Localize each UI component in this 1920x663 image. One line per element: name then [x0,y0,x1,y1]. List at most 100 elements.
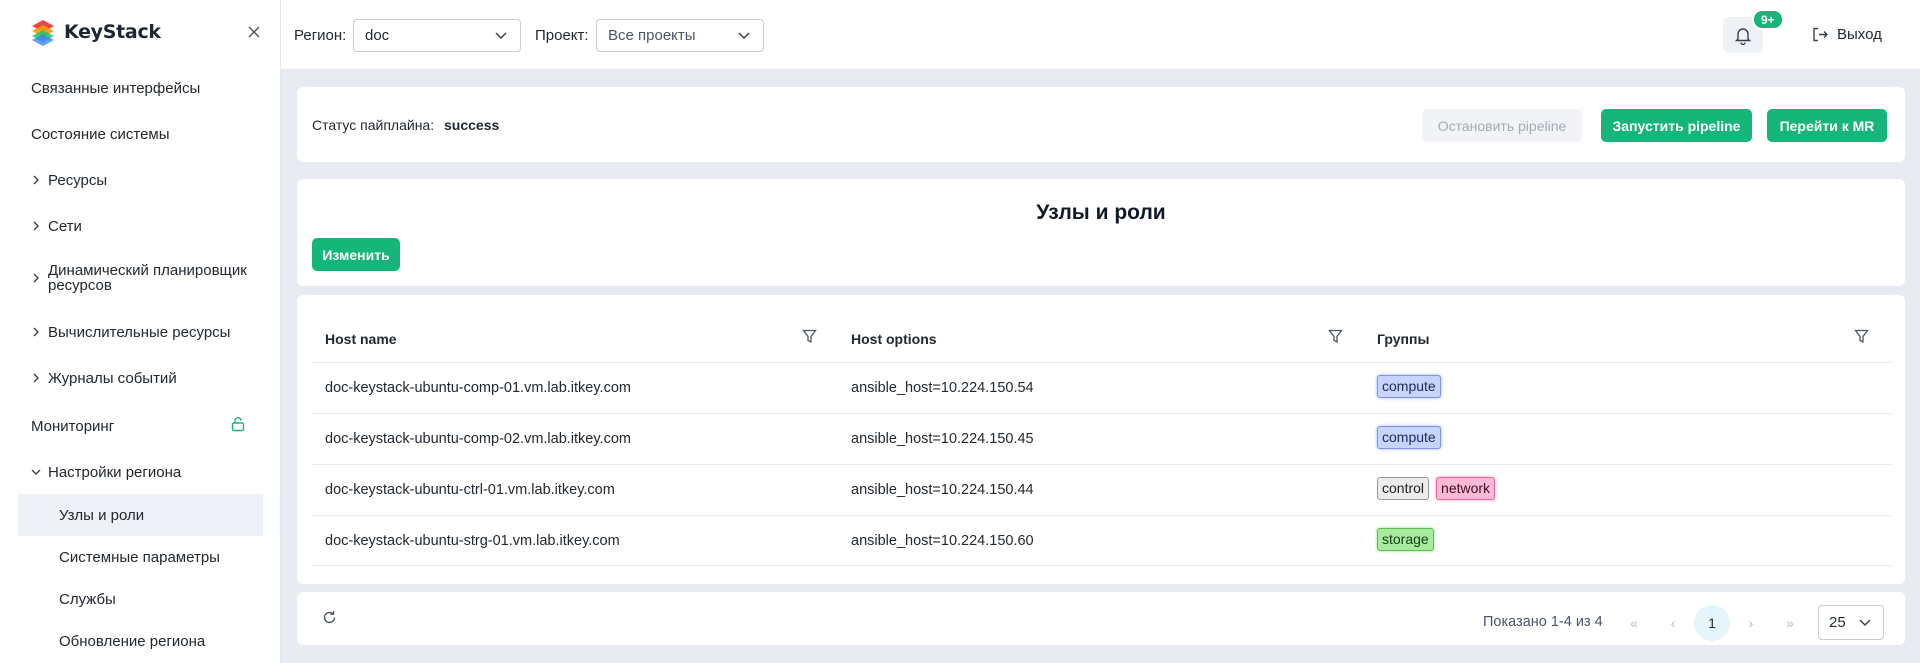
logout-button[interactable]: Выход [1812,26,1882,43]
last-page-button[interactable]: » [1772,605,1808,641]
sidebar-item-label: Ресурсы [48,171,108,189]
first-page-button[interactable]: « [1616,605,1652,641]
chevron-right-icon [26,174,46,186]
sidebar-item-system-state[interactable]: Состояние системы [18,116,263,152]
sidebar-subitem-label: Узлы и роли [59,506,145,524]
sidebar: KeyStack Связанные интерфейсы Состояние … [0,0,281,663]
column-header-host-name: Host name [325,331,397,347]
chevron-right-icon [26,326,46,338]
host-options-cell: ansible_host=10.224.150.44 [851,482,1034,498]
sidebar-item-networks[interactable]: Сети [18,208,263,244]
chevron-down-icon [737,29,751,46]
page-button[interactable]: 1 [1694,605,1730,641]
sidebar-subitem-label: Обновление региона [59,632,206,650]
groups-cell: control network [1377,477,1496,500]
sidebar-item-label: Настройки региона [48,463,182,481]
groups-cell: compute [1377,375,1441,398]
pipeline-status-label: Статус пайплайна: [312,117,435,133]
top-header: Регион: doc Проект: Все проекты 9+ Выход [281,0,1920,70]
sidebar-subitem-region-update[interactable]: Обновление региона [18,622,263,660]
sidebar-subitem-nodes-roles[interactable]: Узлы и роли [18,494,263,536]
group-tag: storage [1377,528,1434,551]
stop-pipeline-button[interactable]: Остановить pipeline [1422,109,1582,142]
project-select[interactable]: Все проекты [596,19,764,52]
filter-icon[interactable] [1328,329,1343,349]
page-size-value: 25 [1829,614,1846,631]
sidebar-item-label: Сети [48,217,82,235]
host-name-cell: doc-keystack-ubuntu-ctrl-01.vm.lab.itkey… [325,482,615,498]
host-options-cell: ansible_host=10.224.150.54 [851,380,1034,396]
chevron-right-icon [26,272,46,284]
app-name: KeyStack [64,21,161,43]
logout-label: Выход [1837,26,1882,43]
pipeline-card: Статус пайплайна: success Остановить pip… [297,87,1905,162]
chevron-right-icon [26,372,46,384]
pipeline-status: Статус пайплайна: success [312,117,499,133]
region-label: Регион: [294,27,347,44]
sidebar-item-label: Состояние системы [31,125,170,143]
column-header-host-options: Host options [851,331,937,347]
group-tag: compute [1377,375,1441,398]
next-page-button[interactable]: › [1733,605,1769,641]
table-row[interactable]: doc-keystack-ubuntu-comp-02.vm.lab.itkey… [311,413,1891,464]
host-options-cell: ansible_host=10.224.150.45 [851,431,1034,447]
sidebar-item-label: Динамический планировщик ресурсов [48,262,247,294]
groups-cell: compute [1377,426,1441,449]
edit-button[interactable]: Изменить [312,238,400,271]
project-select-value: Все проекты [608,27,696,44]
host-name-cell: doc-keystack-ubuntu-comp-01.vm.lab.itkey… [325,380,631,396]
close-sidebar-button[interactable] [244,22,264,42]
pagination-summary: Показано 1-4 из 4 [1483,614,1603,630]
sidebar-subitem-services[interactable]: Службы [18,580,263,618]
notifications-badge: 9+ [1752,9,1784,30]
table-row[interactable]: doc-keystack-ubuntu-ctrl-01.vm.lab.itkey… [311,464,1891,515]
groups-cell: storage [1377,528,1434,551]
host-name-cell: doc-keystack-ubuntu-comp-02.vm.lab.itkey… [325,431,631,447]
chevron-down-icon [494,29,508,46]
close-icon [248,26,260,38]
sidebar-subitem-label: Системные параметры [59,548,220,566]
sidebar-item-label: Мониторинг [31,417,115,435]
region-select[interactable]: doc [353,19,521,52]
group-tag: control [1377,477,1430,500]
sidebar-item-dynamic-scheduler[interactable]: Динамический планировщик ресурсов [18,254,263,302]
region-select-value: doc [365,27,390,44]
page-size-select[interactable]: 25 [1818,605,1884,640]
chevron-right-icon [26,220,46,232]
app-logo[interactable]: KeyStack [30,18,161,46]
refresh-icon[interactable] [322,610,337,630]
host-options-cell: ansible_host=10.224.150.60 [851,533,1034,549]
group-tag: network [1436,477,1496,500]
sidebar-item-label: Связанные интерфейсы [31,79,201,97]
sidebar-item-compute[interactable]: Вычислительные ресурсы [18,314,263,350]
pipeline-status-value: success [444,117,500,133]
sidebar-subitem-label: Службы [59,590,116,608]
run-pipeline-button[interactable]: Запустить pipeline [1601,109,1752,142]
logout-icon [1813,27,1828,42]
host-name-cell: doc-keystack-ubuntu-strg-01.vm.lab.itkey… [325,533,620,549]
sidebar-item-label: Вычислительные ресурсы [48,323,231,341]
sidebar-item-linked-interfaces[interactable]: Связанные интерфейсы [18,70,263,106]
logo-icon [32,20,54,46]
chevron-down-icon [26,467,46,477]
hosts-table: Host name Host options Группы doc-keysta… [297,295,1905,584]
chevron-down-icon [1858,616,1872,633]
sidebar-item-label: Журналы событий [48,369,177,387]
sidebar-item-resources[interactable]: Ресурсы [18,162,263,198]
column-header-groups: Группы [1377,331,1430,347]
pagination-bar: Показано 1-4 из 4 « ‹ 1 › » 25 [297,592,1905,645]
bell-icon [1734,27,1752,45]
table-row[interactable]: doc-keystack-ubuntu-strg-01.vm.lab.itkey… [311,515,1891,566]
unlock-icon [231,417,245,436]
sidebar-item-event-logs[interactable]: Журналы событий [18,360,263,396]
sidebar-item-region-settings[interactable]: Настройки региона [18,454,263,490]
go-to-mr-button[interactable]: Перейти к MR [1767,109,1887,142]
sidebar-subitem-system-params[interactable]: Системные параметры [18,538,263,576]
group-tag: compute [1377,426,1441,449]
project-label: Проект: [535,27,589,44]
table-row[interactable]: doc-keystack-ubuntu-comp-01.vm.lab.itkey… [311,362,1891,413]
filter-icon[interactable] [1854,329,1869,349]
sidebar-item-monitoring[interactable]: Мониторинг [18,407,263,445]
filter-icon[interactable] [802,329,817,349]
prev-page-button[interactable]: ‹ [1655,605,1691,641]
